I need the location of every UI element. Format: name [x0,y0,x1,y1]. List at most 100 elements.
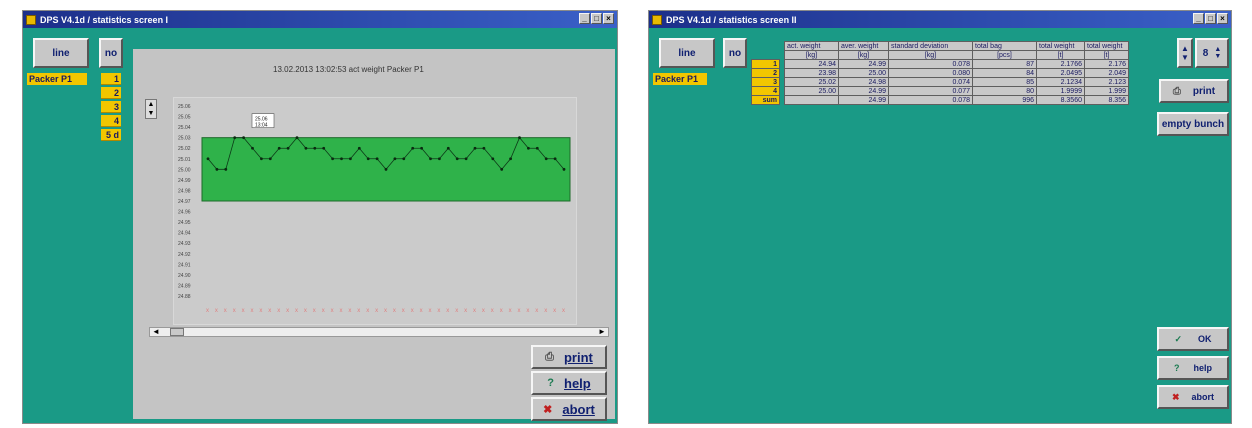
number-item[interactable]: 5 d [101,129,121,141]
time-marker: x [553,308,556,314]
table-row[interactable]: sum 24.99 0.078 996 8.3560 8.356 [751,95,1129,105]
data-point[interactable] [429,157,432,161]
line-label[interactable]: Packer P1 [653,73,707,85]
row-number[interactable]: 2 [751,68,780,78]
help-button[interactable]: ? help [531,371,607,395]
data-point[interactable] [438,157,441,161]
data-point[interactable] [446,146,450,150]
help-button[interactable]: ? help [1157,356,1229,380]
time-marker: x [206,308,209,314]
table-row[interactable]: 2 23.98 25.00 0.080 84 2.0495 2.049 [751,68,1129,78]
data-point[interactable] [384,167,388,171]
printer-icon: ⎙ [1172,85,1181,97]
data-point[interactable] [553,157,557,161]
row-number[interactable]: 4 [751,86,780,96]
data-point[interactable] [206,157,210,161]
data-point[interactable] [509,157,512,161]
data-point[interactable] [277,146,281,150]
table-row[interactable]: 4 25.00 24.99 0.077 80 1.9999 1.999 [751,86,1129,96]
line-label[interactable]: Packer P1 [27,73,87,85]
scroll-thumb[interactable] [170,328,184,336]
table-cell [784,95,839,105]
minimize-button[interactable]: _ [579,13,590,24]
data-point[interactable] [562,167,566,171]
zoom-spinner[interactable]: ▲ ▼ [145,99,157,119]
print-button[interactable]: ⎙ print [531,345,607,369]
data-point[interactable] [535,146,539,150]
number-item[interactable]: 2 [101,87,121,99]
table-cell: 2.1766 [1036,59,1085,69]
empty-bunch-button[interactable]: empty bunch [1157,112,1229,136]
scroll-spinner-left[interactable]: ▲ ▼ [1177,38,1193,68]
time-scrollbar[interactable]: ◄ ► [149,327,609,337]
number-item[interactable]: 4 [101,115,121,127]
data-point[interactable] [411,146,415,150]
table-row[interactable]: 3 25.02 24.98 0.074 85 2.1234 2.123 [751,77,1129,87]
no-button[interactable]: no [723,38,747,68]
data-point[interactable] [500,167,504,171]
minimize-button[interactable]: _ [1193,13,1204,24]
data-point[interactable] [393,157,397,161]
close-button[interactable]: × [1217,13,1228,24]
data-point[interactable] [268,157,272,161]
row-number[interactable]: 1 [751,59,780,69]
time-marker: x [268,308,271,314]
data-point[interactable] [455,157,459,161]
data-point[interactable] [233,136,237,140]
number-item[interactable]: 1 [101,73,121,85]
row-number[interactable]: sum [751,95,780,105]
data-point[interactable] [286,146,290,150]
data-point[interactable] [349,157,352,161]
table-row[interactable]: 1 24.94 24.99 0.078 87 2.1766 2.176 [751,59,1129,69]
scroll-left-icon[interactable]: ◄ [150,327,162,337]
table-cell: 87 [972,59,1037,69]
data-point[interactable] [313,146,317,150]
time-marker: x [455,308,458,314]
data-point[interactable] [420,146,423,150]
data-point[interactable] [242,136,245,140]
statistics-table: act. weight aver. weight standard deviatio… [751,41,1129,105]
data-point[interactable] [331,157,334,161]
line-button[interactable]: line [659,38,715,68]
y-tick-label: 24.93 [178,241,191,247]
table-cell: 996 [972,95,1037,105]
data-point[interactable] [251,146,254,150]
row-number[interactable]: 3 [751,77,780,87]
data-point[interactable] [473,146,477,150]
data-point[interactable] [544,157,548,161]
ok-button[interactable]: ✓ OK [1157,327,1229,351]
scroll-right-icon[interactable]: ► [596,327,608,337]
chart-title: 13.02.2013 13:02:53 act weight Packer P1 [273,65,424,74]
maximize-button[interactable]: □ [1205,13,1216,24]
data-point[interactable] [482,146,486,150]
data-point[interactable] [340,157,343,161]
number-item[interactable]: 3 [101,101,121,113]
abort-button[interactable]: ✖ abort [531,397,607,421]
close-button[interactable]: × [603,13,614,24]
data-point[interactable] [322,146,326,150]
data-point[interactable] [295,136,299,140]
line-button[interactable]: line [33,38,89,68]
time-marker: x [535,308,538,314]
maximize-button[interactable]: □ [591,13,602,24]
data-point[interactable] [527,146,530,150]
time-marker: x [473,308,476,314]
data-point[interactable] [215,167,219,171]
data-point[interactable] [464,157,468,161]
data-point[interactable] [366,157,370,161]
data-point[interactable] [304,146,308,150]
data-point[interactable] [491,157,495,161]
data-point[interactable] [375,157,379,161]
data-point[interactable] [224,167,228,171]
data-point[interactable] [260,157,263,161]
check-icon: ✓ [1174,333,1183,344]
table-cell: 2.0495 [1036,68,1085,78]
abort-button[interactable]: ✖ abort [1157,385,1229,409]
time-marker: x [375,308,378,314]
data-point[interactable] [402,157,406,161]
data-point[interactable] [518,136,521,140]
data-point[interactable] [357,146,361,150]
no-button[interactable]: no [99,38,123,68]
count-spinner[interactable]: 8 ▲ ▼ [1195,38,1229,68]
print-button[interactable]: ⎙ print [1159,79,1229,103]
